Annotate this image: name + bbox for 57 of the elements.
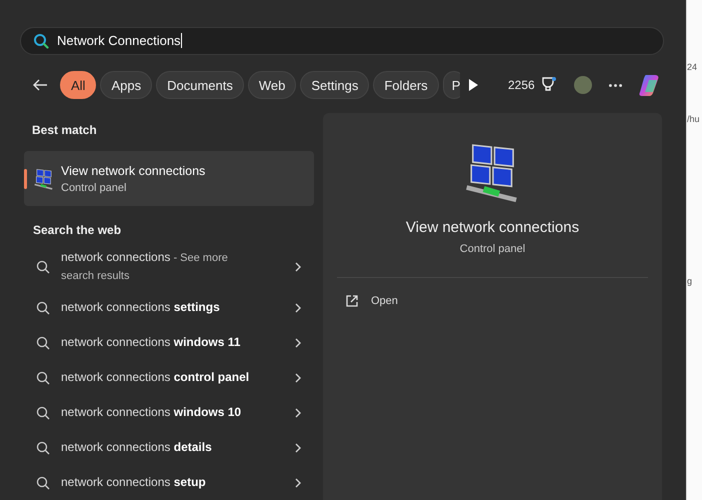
web-suggestion[interactable]: network connections setup [24,465,314,500]
filter-tab[interactable]: Apps [100,71,152,100]
filter-tab[interactable]: Settings [300,71,370,100]
page-text-fragment: /hu [687,114,701,126]
suggestion-text: network connections - See more search results [61,249,229,284]
chevron-right-icon [294,336,302,348]
suggestion-text: network connections windows 11 [61,334,242,351]
network-computers-icon [33,168,55,190]
chevron-right-icon [294,442,302,454]
trophy-icon [540,77,556,94]
web-suggestion[interactable]: network connections - See more search results [24,244,314,290]
filter-tab[interactable]: Documents [156,71,244,100]
preview-subtitle: Control panel [460,243,526,255]
search-text: Network Connections [57,33,181,48]
search-field[interactable]: Network Connections [20,27,664,55]
selection-indicator [24,169,27,189]
filter-tab[interactable]: Folders [373,71,439,100]
section-heading: Best match [31,122,98,139]
web-suggestion[interactable]: network connections windows 10 [24,395,314,430]
web-suggestion[interactable]: network connections settings [24,290,314,325]
chevron-right-icon [294,372,302,384]
page-text-fragment: 24 [687,62,698,74]
result-subtitle: Control panel [61,182,128,194]
search-icon [36,440,50,454]
filter-tab[interactable]: All [60,71,96,100]
preview-title: View network connections [406,219,580,236]
open-action[interactable]: Open [345,292,398,310]
external-link-icon [345,294,359,308]
chevron-right-icon [294,406,302,418]
suggestion-text: network connections control panel [61,369,250,386]
play-icon [466,78,478,92]
suggestion-text: network connections details [61,439,213,456]
search-icon [36,300,50,314]
chevron-right-icon [294,476,302,488]
page-text-fragment: g [687,276,694,288]
chevron-right-icon [294,261,302,273]
search-icon [33,32,49,49]
suggestion-text: network connections setup [61,474,207,491]
search-icon [36,260,50,274]
suggestion-text: network connections settings [61,299,221,316]
section-heading: Search the web [32,222,122,239]
search-icon [36,336,50,350]
filter-tab[interactable]: P [442,71,460,100]
points-count: 2256 [508,78,535,92]
best-match-item[interactable]: View network connections Control panel [24,151,314,206]
web-suggestion[interactable]: network connections control panel [24,360,314,395]
web-suggestion[interactable]: network connections windows 11 [24,325,314,360]
search-icon [36,476,50,490]
result-title: View network connections [61,164,206,178]
suggestion-text: network connections windows 10 [61,404,242,421]
search-icon [36,370,50,384]
filter-tab[interactable]: Web [248,71,296,100]
search-icon [36,406,50,420]
avatar[interactable] [574,76,592,94]
more-icon [608,84,622,87]
chevron-right-icon [294,302,302,314]
web-suggestion[interactable]: network connections details [24,430,314,465]
